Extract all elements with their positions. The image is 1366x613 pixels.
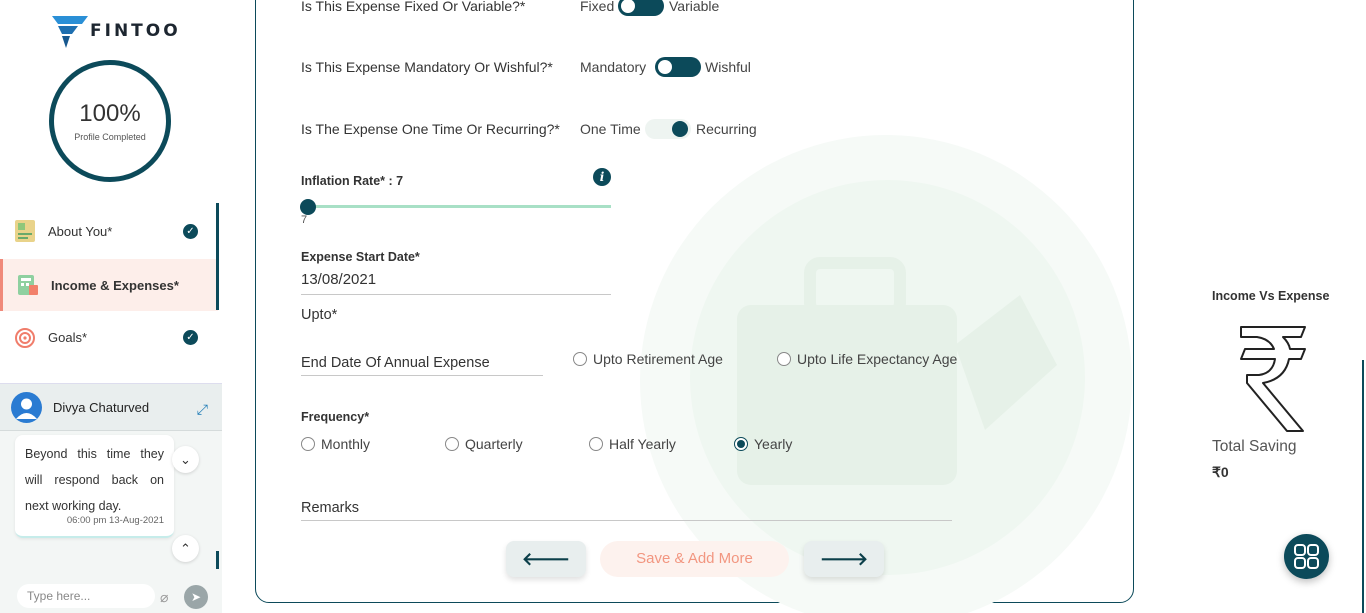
sidebar-item-label: Goals* [48, 329, 88, 345]
chat-input[interactable]: Type here... [17, 584, 155, 608]
save-add-more-button[interactable]: Save & Add More [600, 541, 789, 577]
check-icon: ✓ [183, 223, 198, 239]
chat-message-text: Beyond this time they will respond back … [25, 447, 164, 513]
sidebar-item-about-you[interactable]: About You* ✓ [0, 205, 218, 257]
radio-label: Upto Life Expectancy Age [797, 351, 958, 367]
sidebar-item-label: Income & Expenses* [51, 277, 179, 293]
expand-icon[interactable]: ⤢ [197, 401, 208, 418]
arrow-left-icon: 🡐 [521, 549, 571, 569]
fintoo-logo-icon [52, 16, 88, 48]
chevron-up-icon[interactable]: ⌃ [172, 535, 199, 562]
option-wishful: Wishful [705, 59, 751, 75]
mandatory-wishful-toggle[interactable] [655, 57, 701, 77]
radio-half-yearly[interactable]: Half Yearly [589, 436, 676, 452]
sidebar-item-income-expenses[interactable]: Income & Expenses* [0, 259, 218, 311]
radio-monthly[interactable]: Monthly [301, 436, 370, 452]
start-date-input[interactable]: 13/08/2021 [301, 271, 376, 288]
frequency-label: Frequency* [301, 410, 370, 424]
option-one-time: One Time [580, 121, 641, 137]
radio-label: Half Yearly [609, 436, 676, 452]
chat-message: Beyond this time they will respond back … [15, 435, 174, 538]
chat-agent-name: Divya Chaturved [53, 399, 150, 415]
radio-label: Quarterly [465, 436, 523, 452]
income-expenses-icon [18, 275, 38, 295]
briefcase-watermark-icon [737, 257, 1057, 485]
target-icon [15, 328, 35, 348]
radio-upto-retirement[interactable]: Upto Retirement Age [573, 351, 723, 367]
income-vs-expense-title: Income Vs Expense [1212, 289, 1330, 303]
arrow-right-icon: 🡒 [819, 549, 869, 569]
chevron-down-icon[interactable]: ⌄ [172, 446, 199, 473]
radio-circle [301, 437, 315, 451]
remarks-input[interactable]: Remarks [301, 500, 359, 516]
user-icon [16, 398, 37, 419]
profile-completion-ring: 100% Profile Completed [49, 60, 171, 182]
chat-message-time: 06:00 pm 13-Aug-2021 [66, 515, 164, 526]
radio-circle-selected [734, 437, 748, 451]
total-saving-value: ₹0 [1212, 464, 1229, 480]
radio-upto-life-expectancy[interactable]: Upto Life Expectancy Age [777, 351, 957, 367]
sidebar-item-label: About You* [48, 223, 113, 239]
inflation-slider-value: 7 [301, 214, 308, 226]
radio-quarterly[interactable]: Quarterly [445, 436, 523, 452]
radio-circle [777, 352, 791, 366]
sidebar-item-goals[interactable]: Goals* ✓ [0, 311, 218, 363]
send-icon: ➤ [190, 590, 202, 604]
sidebar-scroll-indicator [216, 203, 219, 310]
brand-name: FINTOO [90, 21, 181, 41]
fixed-variable-toggle[interactable] [618, 0, 664, 16]
send-button[interactable]: ➤ [184, 585, 208, 609]
start-date-underline [301, 294, 611, 295]
profile-label: Profile Completed [74, 132, 146, 142]
info-icon[interactable]: i [593, 168, 611, 186]
chat-header[interactable]: Divya Chaturved ⤢ [0, 384, 222, 431]
inflation-slider-track[interactable] [308, 205, 611, 208]
option-fixed: Fixed [580, 0, 615, 14]
fintoo-logo[interactable]: FINTOO [52, 14, 181, 48]
rupee-icon [1240, 326, 1306, 432]
question-fixed-variable: Is This Expense Fixed Or Variable?* [301, 0, 526, 14]
chat-scroll-indicator [216, 551, 219, 569]
option-recurring: Recurring [696, 121, 757, 137]
start-date-label: Expense Start Date* [301, 250, 420, 264]
end-date-underline [301, 375, 543, 376]
radio-label: Upto Retirement Age [593, 351, 723, 367]
upto-label: Upto* [301, 307, 338, 323]
avatar [11, 391, 42, 423]
check-icon: ✓ [183, 329, 198, 345]
inflation-rate-label: Inflation Rate* : 7 [301, 174, 404, 188]
right-scroll-indicator [1362, 360, 1364, 613]
apps-menu-button[interactable] [1284, 534, 1329, 579]
grid-icon [1294, 544, 1319, 569]
question-one-time-recurring: Is The Expense One Time Or Recurring?* [301, 121, 560, 137]
question-mandatory-wishful: Is This Expense Mandatory Or Wishful?* [301, 59, 553, 75]
radio-circle [589, 437, 603, 451]
paperclip-icon[interactable]: ⌀ [160, 589, 168, 606]
one-time-recurring-toggle[interactable] [645, 119, 691, 139]
option-variable: Variable [669, 0, 720, 14]
option-mandatory: Mandatory [580, 59, 647, 75]
inflation-slider-handle[interactable] [300, 199, 316, 215]
radio-circle [445, 437, 459, 451]
about-you-icon [15, 220, 35, 242]
profile-percent: 100% [79, 100, 141, 127]
radio-yearly[interactable]: Yearly [734, 436, 792, 452]
radio-circle [573, 352, 587, 366]
end-date-input[interactable]: End Date Of Annual Expense [301, 355, 490, 371]
next-button[interactable]: 🡒 [804, 541, 884, 577]
radio-label: Monthly [321, 436, 371, 452]
radio-label: Yearly [754, 436, 793, 452]
previous-button[interactable]: 🡐 [506, 541, 586, 577]
chat-widget: Divya Chaturved ⤢ Beyond this time they … [0, 383, 222, 613]
total-saving-label: Total Saving [1212, 438, 1297, 455]
remarks-underline [301, 520, 952, 521]
